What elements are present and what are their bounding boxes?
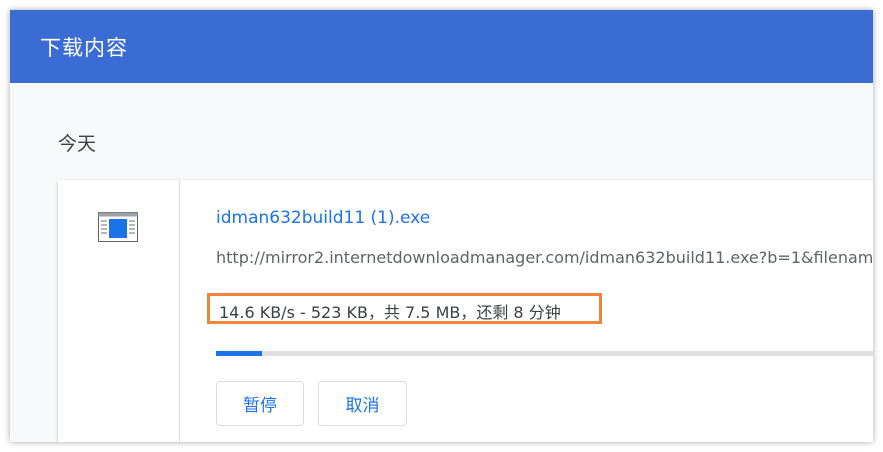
download-item-card: idman632build11 (1).exe http://mirror2.i… <box>58 180 873 442</box>
download-file-link[interactable]: idman632build11 (1).exe <box>216 208 430 228</box>
downloads-page: 下载内容 今天 idman632build11 (1).exe http://m… <box>10 10 873 442</box>
download-progress-fill <box>216 351 263 356</box>
executable-file-icon <box>98 212 138 242</box>
download-status-text: 14.6 KB/s - 523 KB，共 7.5 MB，还剩 8 分钟 <box>219 303 561 322</box>
download-status-highlight: 14.6 KB/s - 523 KB，共 7.5 MB，还剩 8 分钟 <box>207 293 602 324</box>
page-header: 下载内容 <box>10 10 873 83</box>
pause-button[interactable]: 暂停 <box>216 381 304 426</box>
download-icon-column <box>58 180 180 442</box>
download-source-url: http://mirror2.internetdownloadmanager.c… <box>216 248 873 267</box>
cancel-button[interactable]: 取消 <box>318 381 407 426</box>
download-progress-bar <box>216 351 873 356</box>
date-section-label: 今天 <box>58 133 97 155</box>
page-title: 下载内容 <box>40 36 128 60</box>
